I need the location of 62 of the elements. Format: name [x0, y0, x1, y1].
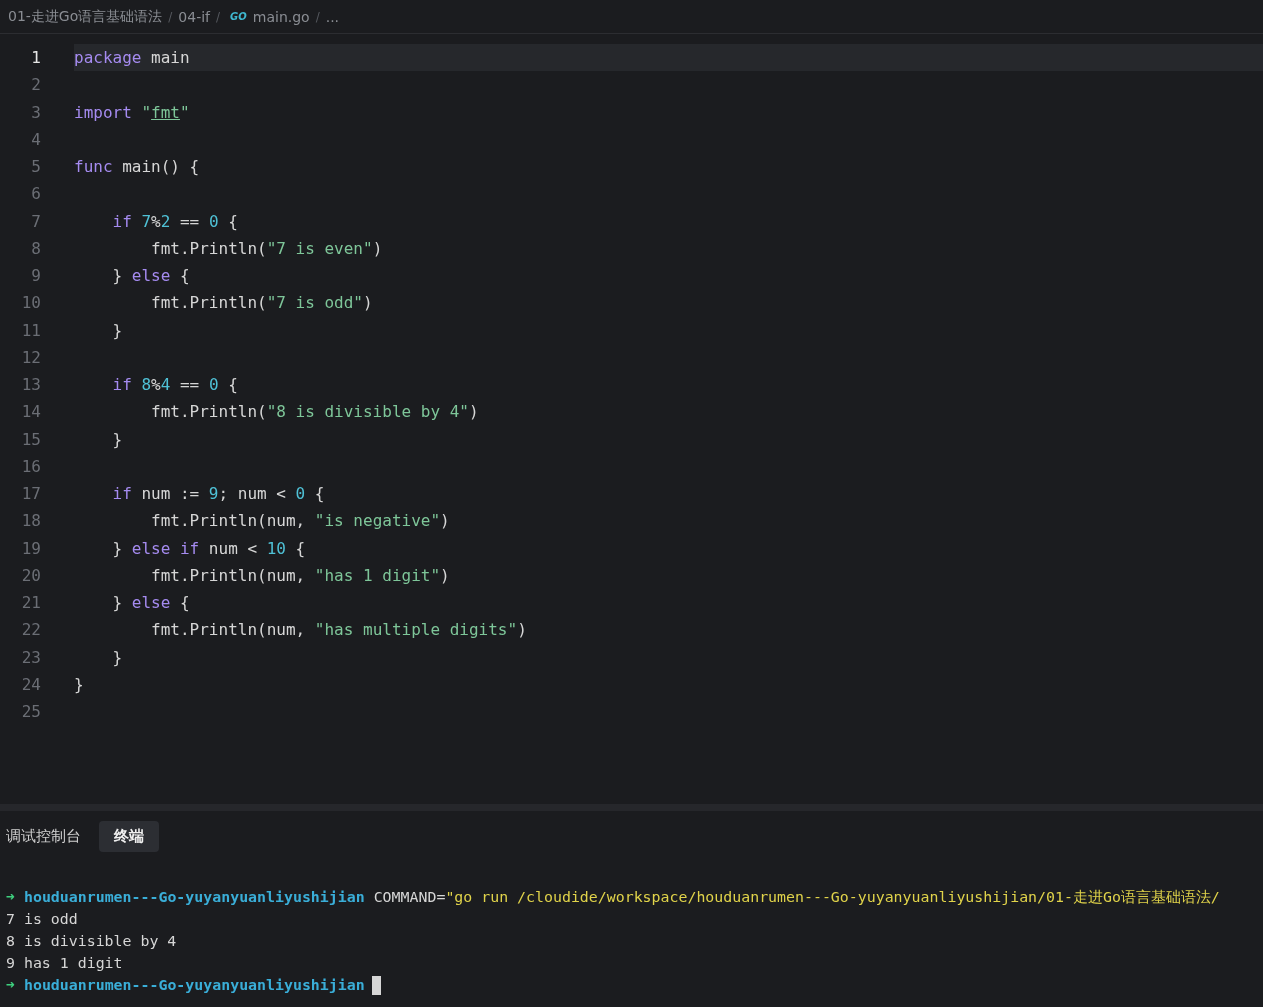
prompt-directory: houduanrumen---Go-yuyanyuanliyushijian: [23, 976, 365, 994]
breadcrumb-item[interactable]: main.go: [252, 8, 310, 25]
code-line: fmt.Println(num, "has 1 digit"): [150, 565, 450, 585]
line-number: 22: [20, 620, 42, 640]
code-line: import "fmt": [74, 102, 190, 122]
code-line: fmt.Println("7 is odd"): [150, 293, 373, 313]
line-number: 3: [30, 102, 42, 122]
go-file-icon: GO: [230, 11, 247, 22]
code-line: fmt.Println(num, "has multiple digits"): [150, 620, 527, 640]
line-number: 5: [30, 157, 42, 177]
line-number: 25: [20, 702, 42, 722]
line-number: 20: [20, 565, 42, 585]
code-line: if num := 9; num < 0 {: [111, 484, 325, 504]
breadcrumb-item[interactable]: 04-if: [178, 8, 210, 25]
breadcrumb-separator: /: [315, 9, 320, 24]
code-line: fmt.Println(num, "is negative"): [150, 511, 450, 531]
line-number: 11: [20, 320, 42, 340]
line-number: 23: [20, 647, 42, 667]
breadcrumb-separator: /: [216, 9, 221, 24]
code-line: package main: [74, 48, 190, 68]
code-line: }: [111, 647, 123, 667]
breadcrumb-separator: /: [168, 9, 173, 24]
code-line: } else if num < 10 {: [111, 538, 306, 558]
prompt-arrow: ➜: [6, 888, 15, 906]
code-line: }: [111, 429, 123, 449]
breadcrumb-item[interactable]: ...: [325, 8, 340, 25]
line-number: 18: [20, 511, 42, 531]
line-number: 10: [20, 293, 42, 313]
line-number: 24: [20, 674, 42, 694]
terminal-output: 7 is odd: [6, 910, 78, 928]
terminal-output: 9 has 1 digit: [6, 954, 123, 972]
line-number: 8: [30, 238, 42, 258]
line-number: 4: [30, 129, 42, 149]
panel-tab[interactable]: 调试控制台: [6, 821, 81, 852]
line-number: 7: [30, 211, 42, 231]
line-number: 15: [20, 429, 42, 449]
code-line: } else {: [111, 593, 190, 613]
code-line: if 8%4 == 0 {: [111, 375, 238, 395]
code-line: func main() {: [74, 157, 200, 177]
terminal-output: 8 is divisible by 4: [6, 932, 177, 950]
breadcrumb-item[interactable]: 01-走进Go语言基础语法: [8, 7, 163, 26]
code-line: if 7%2 == 0 {: [111, 211, 238, 231]
line-number: 19: [20, 538, 42, 558]
line-number: 12: [20, 347, 42, 367]
line-number: 6: [30, 184, 42, 204]
code-line: }: [111, 320, 123, 340]
line-number: 1: [30, 48, 42, 68]
line-number: 9: [30, 266, 42, 286]
line-number: 17: [20, 484, 42, 504]
panel-tab[interactable]: 终端: [99, 821, 159, 852]
code-line: }: [74, 674, 84, 694]
line-number: 2: [30, 75, 42, 95]
prompt-arrow: ➜: [6, 976, 15, 994]
line-number: 13: [20, 375, 42, 395]
prompt-directory: houduanrumen---Go-yuyanyuanliyushijian: [23, 888, 365, 906]
line-number: 14: [20, 402, 42, 422]
command-text: COMMAND="go run /cloudide/workspace/houduanrumen---Go-yuyanyuanliyushijian/01-走进Go语言基础语法/: [373, 887, 1220, 907]
line-number: 21: [20, 593, 42, 613]
code-line: } else {: [111, 266, 190, 286]
code-line: fmt.Println("7 is even"): [150, 238, 383, 258]
code-line: fmt.Println("8 is divisible by 4"): [150, 402, 479, 422]
line-number: 16: [20, 456, 42, 476]
